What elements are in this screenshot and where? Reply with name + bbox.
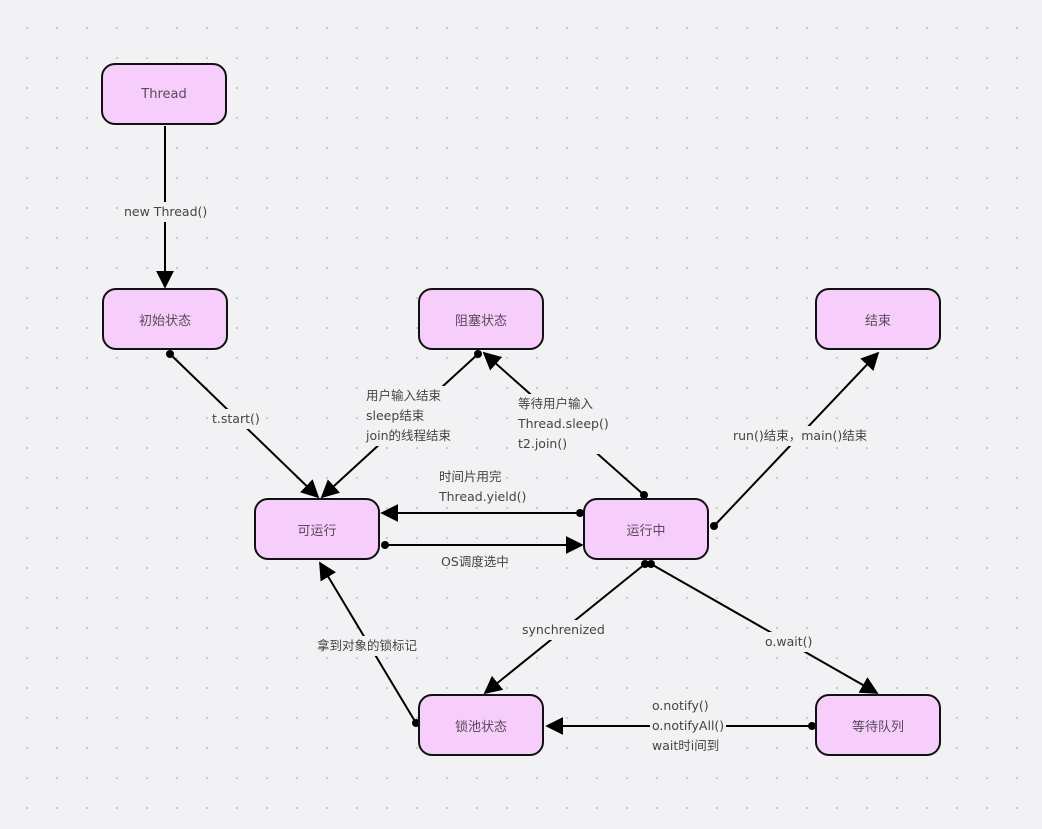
edge-wait[interactable]	[650, 563, 879, 694]
node-blocked-state-label: 阻塞状态	[454, 313, 507, 329]
node-thread[interactable]: Thread	[101, 63, 227, 125]
node-blocked-state[interactable]: 阻塞状态	[418, 288, 544, 350]
diagram-canvas: Thread 初始状态 阻塞状态 结束 可运行 运行中 锁池状态 等待队列 ne…	[0, 0, 1042, 829]
edge-label-new-thread: new Thread()	[122, 202, 210, 222]
node-end-state-label: 结束	[864, 313, 891, 329]
node-runnable-state-label: 可运行	[297, 523, 337, 539]
edge-label-unblock: 用户输入结束 sleep结束 join的线程结束	[364, 386, 454, 446]
node-running-state[interactable]: 运行中	[583, 498, 709, 560]
edge-label-wait: o.wait()	[763, 632, 815, 652]
edge-label-lock: 拿到对象的锁标记	[315, 636, 420, 656]
edge-label-start: t.start()	[210, 409, 262, 429]
node-initial-state[interactable]: 初始状态	[102, 288, 228, 350]
edge-label-block: 等待用户输入 Thread.sleep() t2.join()	[516, 394, 611, 454]
node-end-state[interactable]: 结束	[815, 288, 941, 350]
edge-wait-origin-dot	[647, 560, 655, 568]
edge-label-schedule: OS调度选中	[441, 554, 509, 569]
edge-label-finish: run()结束，main()结束	[731, 426, 870, 446]
node-thread-label: Thread	[141, 86, 187, 102]
edge-label-notify: o.notify() o.notifyAll() wait时i间到	[650, 696, 727, 756]
node-running-state-label: 运行中	[626, 523, 666, 539]
edge-label-yield: 时间片用完 Thread.yield()	[439, 469, 527, 504]
edge-label-sync: synchrenized	[520, 620, 607, 640]
edge-schedule-origin-dot	[381, 541, 389, 549]
node-lock-pool-state-label: 锁池状态	[454, 719, 507, 735]
node-wait-queue-state[interactable]: 等待队列	[815, 694, 941, 756]
edge-unblock-origin-dot	[474, 350, 482, 358]
node-runnable-state[interactable]: 可运行	[254, 498, 380, 560]
node-initial-state-label: 初始状态	[138, 313, 191, 329]
node-wait-queue-state-label: 等待队列	[851, 719, 904, 735]
node-lock-pool-state[interactable]: 锁池状态	[418, 694, 544, 756]
edge-start-origin-dot	[166, 350, 174, 358]
edge-finish-origin-dot	[710, 522, 718, 530]
